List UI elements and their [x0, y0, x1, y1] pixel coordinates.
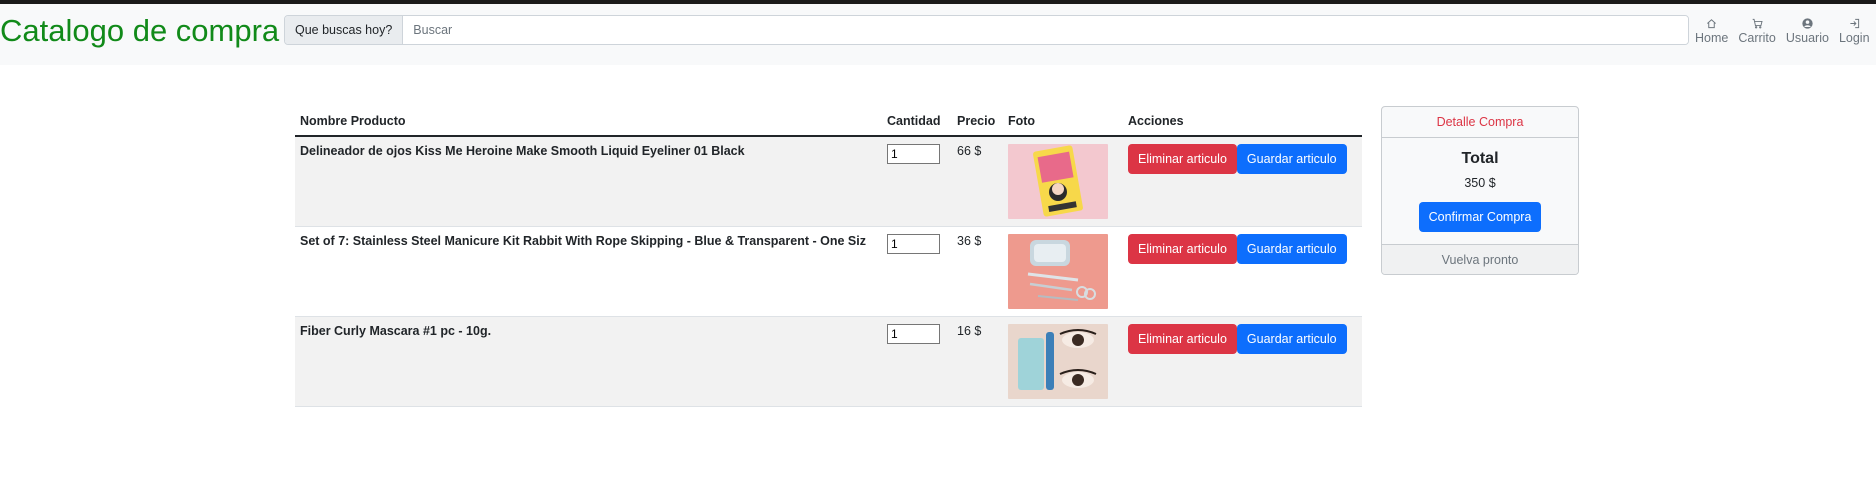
product-name: Fiber Curly Mascara #1 pc - 10g. — [300, 324, 492, 338]
product-name: Delineador de ojos Kiss Me Heroine Make … — [300, 144, 745, 158]
table-row: Fiber Curly Mascara #1 pc - 10g. 16 $ El… — [295, 316, 1362, 407]
product-price: 66 $ — [957, 144, 982, 158]
home-icon — [1707, 19, 1717, 29]
nav-links: Home Carrito Usuario Login — [1690, 18, 1875, 45]
save-item-button[interactable]: Guardar articulo — [1236, 234, 1347, 264]
quantity-input[interactable] — [887, 324, 940, 344]
table-row: Set of 7: Stainless Steel Manicure Kit R… — [295, 226, 1362, 317]
nav-carrito-label: Carrito — [1738, 31, 1776, 45]
summary-footer: Vuelva pronto — [1382, 244, 1578, 274]
save-item-button[interactable]: Guardar articulo — [1236, 324, 1347, 354]
summary-title: Total — [1461, 150, 1499, 167]
header-acciones: Acciones — [1123, 106, 1362, 137]
delete-item-button[interactable]: Eliminar articulo — [1128, 234, 1237, 264]
brand-title[interactable]: Catalogo de compra — [0, 13, 279, 48]
product-name: Set of 7: Stainless Steel Manicure Kit R… — [300, 234, 866, 248]
header-foto: Foto — [1003, 106, 1123, 137]
product-price: 36 $ — [957, 234, 982, 248]
manicure-kit-photo — [1008, 234, 1108, 309]
table-header-row: Nombre Producto Cantidad Precio Foto Acc… — [295, 106, 1362, 137]
header-precio: Precio — [952, 106, 1003, 137]
top-navbar: Catalogo de compra Que buscas hoy? Home … — [0, 4, 1876, 65]
nav-usuario-label: Usuario — [1785, 31, 1829, 45]
header-cantidad: Cantidad — [882, 106, 952, 137]
user-icon — [1802, 18, 1813, 29]
nav-login[interactable]: Login — [1834, 18, 1875, 45]
table-row: Delineador de ojos Kiss Me Heroine Make … — [295, 136, 1362, 227]
delete-item-button[interactable]: Eliminar articulo — [1128, 144, 1237, 174]
summary-header: Detalle Compra — [1382, 107, 1578, 138]
search-input[interactable] — [403, 16, 1688, 44]
nav-home-label: Home — [1695, 31, 1729, 45]
nav-home[interactable]: Home — [1690, 18, 1733, 45]
search-group: Que buscas hoy? — [284, 15, 1689, 45]
eyeliner-photo — [1008, 144, 1108, 219]
confirm-purchase-button[interactable]: Confirmar Compra — [1418, 201, 1542, 232]
save-item-button[interactable]: Guardar articulo — [1236, 144, 1347, 174]
nav-usuario[interactable]: Usuario — [1781, 18, 1834, 45]
summary-body: Total 350 $ Confirmar Compra — [1382, 138, 1578, 244]
mascara-photo — [1008, 324, 1108, 399]
search-label: Que buscas hoy? — [285, 16, 404, 44]
nav-carrito[interactable]: Carrito — [1733, 18, 1781, 45]
quantity-input[interactable] — [887, 234, 940, 254]
nav-login-label: Login — [1838, 31, 1870, 45]
purchase-summary-card: Detalle Compra Total 350 $ Confirmar Com… — [1381, 106, 1579, 275]
summary-total: 350 $ — [1464, 175, 1496, 190]
header-nombre: Nombre Producto — [295, 106, 882, 137]
cart-table: Nombre Producto Cantidad Precio Foto Acc… — [295, 106, 1362, 407]
login-icon — [1850, 18, 1859, 29]
delete-item-button[interactable]: Eliminar articulo — [1128, 324, 1237, 354]
cart-icon — [1752, 18, 1763, 29]
quantity-input[interactable] — [887, 144, 940, 164]
product-price: 16 $ — [957, 324, 982, 338]
